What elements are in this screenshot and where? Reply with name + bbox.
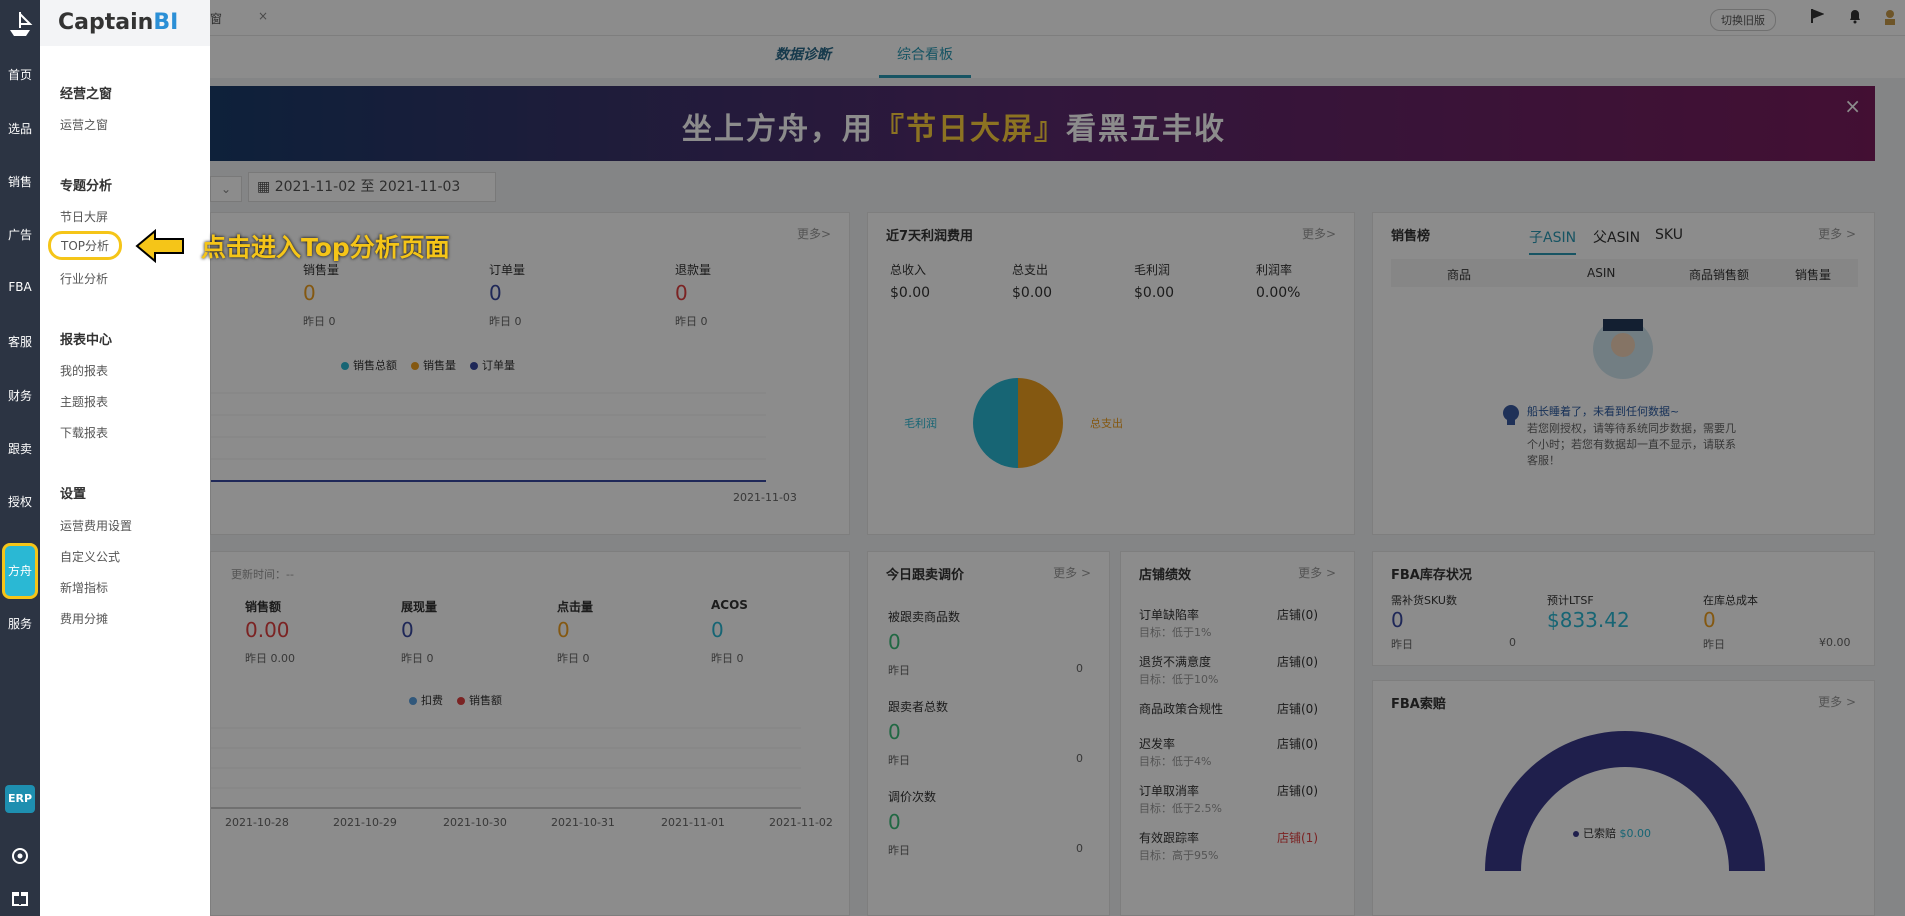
erp-button[interactable]: ERP [5,785,35,813]
menu-item-cost-allocation[interactable]: 费用分摊 [60,610,108,627]
gift-icon[interactable] [10,888,30,908]
menu-item-new-metric[interactable]: 新增指标 [60,579,108,596]
captain-logo-icon[interactable] [6,8,34,38]
menu-item-operation-window[interactable]: 运营之窗 [60,116,108,133]
nav-customer-service[interactable]: 客服 [0,333,40,350]
menu-item-download-reports[interactable]: 下载报表 [60,424,108,441]
menu-item-topic-reports[interactable]: 主题报表 [60,393,108,410]
left-nav-bar: 首页 选品 销售 广告 FBA 客服 财务 跟卖 授权 方舟 服务 ERP [0,0,40,916]
menu-section-title: 报表中心 [60,333,113,348]
menu-section-title: 设置 [60,487,87,502]
menu-item-custom-formula[interactable]: 自定义公式 [60,548,120,565]
nav-authorization[interactable]: 授权 [0,493,40,510]
menu-section-title: 经营之窗 [60,87,113,102]
nav-ark[interactable]: 方舟 [2,543,38,599]
brand-logo: CaptainBI [40,0,210,46]
support-icon[interactable] [10,847,30,867]
nav-ads[interactable]: 广告 [0,226,40,243]
menu-section-title: 专题分析 [60,179,113,194]
menu-item-holiday-screen[interactable]: 节日大屏 [60,208,108,225]
menu-item-industry-analysis[interactable]: 行业分析 [60,270,108,287]
nav-product-selection[interactable]: 选品 [0,120,40,137]
guide-text: 点击进入Top分析页面 [201,233,450,262]
nav-fba[interactable]: FBA [0,280,40,294]
nav-follow-sell[interactable]: 跟卖 [0,440,40,457]
menu-item-my-reports[interactable]: 我的报表 [60,362,108,379]
menu-item-top-analysis[interactable]: TOP分析 [48,231,123,260]
nav-sales[interactable]: 销售 [0,173,40,190]
nav-services[interactable]: 服务 [0,615,40,632]
arrow-left-icon [135,229,184,263]
guide-annotation: 点击进入Top分析页面 [135,228,450,264]
nav-home[interactable]: 首页 [0,66,40,83]
nav-finance[interactable]: 财务 [0,387,40,404]
menu-item-op-cost-settings[interactable]: 运营费用设置 [60,517,132,534]
dim-overlay [210,0,1905,916]
captainbi-menu-panel: CaptainBI 经营之窗 运营之窗 专题分析 节日大屏 TOP分析 行业分析… [40,0,210,916]
